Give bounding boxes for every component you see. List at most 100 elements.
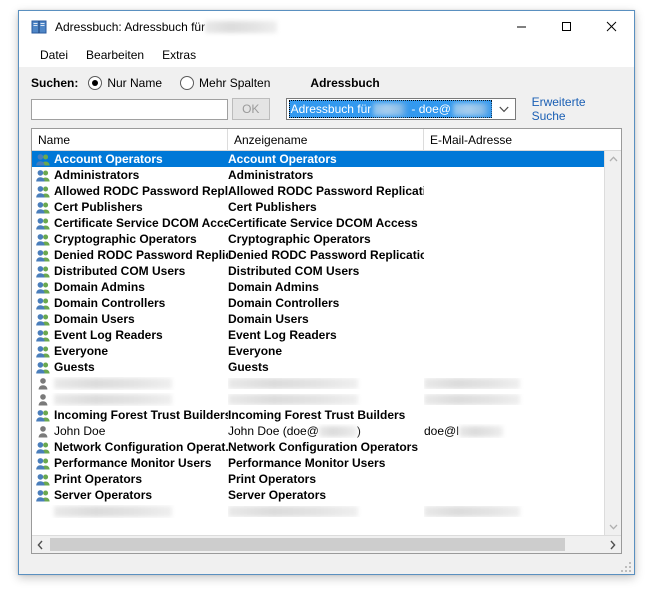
combo-value-redaction-2	[452, 102, 492, 116]
cell-name	[32, 393, 228, 406]
resize-grip[interactable]	[619, 560, 631, 572]
radio-nur-name-indicator[interactable]	[88, 76, 103, 90]
scroll-left-icon[interactable]	[32, 537, 49, 553]
table-row[interactable]: Domain Admins Domain Admins	[32, 279, 604, 295]
table-row[interactable]	[32, 503, 604, 519]
table-row[interactable]: Domain Controllers Domain Controllers	[32, 295, 604, 311]
cell-display-name: Distributed COM Users	[228, 264, 424, 278]
table-row[interactable]: Event Log Readers Event Log Readers	[32, 327, 604, 343]
cell-name-text: Cert Publishers	[54, 200, 143, 214]
radio-mehr-spalten-indicator[interactable]	[180, 76, 195, 90]
group-icon	[36, 249, 50, 262]
title-bar[interactable]: Adressbuch: Adressbuch für	[19, 11, 634, 43]
cell-name-text: Administrators	[54, 168, 140, 182]
cell-display-name	[228, 377, 424, 389]
list-header: Name Anzeigename E-Mail-Adresse	[32, 129, 621, 151]
table-row[interactable]: John Doe John Doe (doe@) doe@l	[32, 423, 604, 439]
table-row[interactable]: Account Operators Account Operators	[32, 151, 604, 167]
close-button[interactable]	[589, 11, 634, 42]
cell-name-text: Account Operators	[54, 152, 163, 166]
row-redaction	[424, 505, 520, 517]
scroll-right-icon[interactable]	[604, 537, 621, 553]
table-row[interactable]	[32, 391, 604, 407]
address-book-combobox[interactable]: Adressbuch für - doe@	[285, 98, 516, 120]
table-row[interactable]: Print Operators Print Operators	[32, 471, 604, 487]
vertical-scrollbar[interactable]	[604, 151, 621, 535]
table-row[interactable]: Allowed RODC Password Repli... Allowed RO…	[32, 183, 604, 199]
radio-mehr-spalten-label: Mehr Spalten	[199, 76, 271, 90]
list-body: Account Operators Account Operators Admini…	[32, 151, 621, 535]
table-row[interactable]: Incoming Forest Trust Builders Incoming F…	[32, 407, 604, 423]
cell-name: Guests	[32, 360, 228, 374]
group-icon	[36, 185, 50, 198]
scroll-down-icon[interactable]	[605, 519, 621, 535]
row-redaction	[228, 377, 358, 389]
cell-email	[424, 505, 604, 517]
group-icon	[36, 489, 50, 502]
horizontal-scrollbar-thumb[interactable]	[50, 538, 565, 551]
horizontal-scrollbar[interactable]	[32, 535, 621, 553]
search-input[interactable]	[31, 98, 228, 120]
cell-email: doe@l	[424, 424, 604, 438]
search-options-row: Suchen: Nur Name Mehr Spalten Adressbuch	[31, 73, 622, 93]
cell-display-name: Allowed RODC Password Replicati...	[228, 184, 424, 198]
table-row[interactable]: Administrators Administrators	[32, 167, 604, 183]
table-row[interactable]: Cert Publishers Cert Publishers	[32, 199, 604, 215]
table-row[interactable]: Distributed COM Users Distributed COM Use…	[32, 263, 604, 279]
table-row[interactable]: Guests Guests	[32, 359, 604, 375]
horizontal-scrollbar-track[interactable]	[566, 538, 604, 551]
cell-name: Distributed COM Users	[32, 264, 228, 278]
table-row[interactable]: Domain Users Domain Users	[32, 311, 604, 327]
address-book-window: Adressbuch: Adressbuch für Datei Bearbei…	[18, 10, 635, 575]
column-header-anzeigename[interactable]: Anzeigename	[228, 129, 424, 150]
table-row[interactable]: Certificate Service DCOM Access Certifica…	[32, 215, 604, 231]
cell-name-text: Cryptographic Operators	[54, 232, 197, 246]
table-row[interactable]: Denied RODC Password Replic... Denied ROD…	[32, 247, 604, 263]
cell-name-text: Denied RODC Password Replic...	[54, 248, 228, 262]
group-icon	[36, 169, 50, 182]
column-header-email[interactable]: E-Mail-Adresse	[424, 129, 621, 150]
user-icon	[36, 377, 50, 390]
menu-item-bearbeiten[interactable]: Bearbeiten	[77, 46, 153, 64]
minimize-button[interactable]	[499, 11, 544, 42]
menu-item-extras[interactable]: Extras	[153, 46, 205, 64]
group-icon	[36, 265, 50, 278]
cell-display-name: Cryptographic Operators	[228, 232, 424, 246]
cell-name-text: Domain Users	[54, 312, 135, 326]
cell-name: Performance Monitor Users	[32, 456, 228, 470]
column-header-name[interactable]: Name	[32, 129, 228, 150]
table-row[interactable]: Everyone Everyone	[32, 343, 604, 359]
chevron-down-icon[interactable]	[493, 99, 515, 119]
cell-display-name-text: Incoming Forest Trust Builders	[228, 408, 406, 422]
group-icon	[36, 297, 50, 310]
menu-item-datei[interactable]: Datei	[31, 46, 77, 64]
cell-display-name-text: Guests	[228, 360, 269, 374]
cell-name: Administrators	[32, 168, 228, 182]
window-controls	[499, 11, 634, 43]
status-strip	[19, 554, 634, 574]
radio-mehr-spalten[interactable]: Mehr Spalten	[180, 76, 270, 90]
cell-display-name: Print Operators	[228, 472, 424, 486]
address-book-combobox-value[interactable]: Adressbuch für - doe@	[288, 100, 492, 118]
user-icon	[36, 425, 50, 438]
table-row[interactable]: Network Configuration Operat... Network C…	[32, 439, 604, 455]
group-icon	[36, 329, 50, 342]
ok-button[interactable]: OK	[231, 98, 270, 120]
group-icon	[36, 281, 50, 294]
advanced-search-link[interactable]: Erweiterte Suche	[532, 95, 622, 123]
cell-display-name: Domain Controllers	[228, 296, 424, 310]
row-redaction	[228, 505, 358, 517]
table-row[interactable]: Server Operators Server Operators	[32, 487, 604, 503]
table-row[interactable]: Cryptographic Operators Cryptographic Ope…	[32, 231, 604, 247]
cell-name-text: Performance Monitor Users	[54, 456, 212, 470]
cell-name: Print Operators	[32, 472, 228, 486]
maximize-button[interactable]	[544, 11, 589, 42]
cell-name: Denied RODC Password Replic...	[32, 248, 228, 262]
cell-name	[32, 377, 228, 390]
table-row[interactable]: Performance Monitor Users Performance Mon…	[32, 455, 604, 471]
scroll-up-icon[interactable]	[605, 151, 621, 167]
table-row[interactable]	[32, 375, 604, 391]
cell-display-name-text: Print Operators	[228, 472, 317, 486]
cell-name: Cert Publishers	[32, 200, 228, 214]
radio-nur-name[interactable]: Nur Name	[88, 76, 162, 90]
